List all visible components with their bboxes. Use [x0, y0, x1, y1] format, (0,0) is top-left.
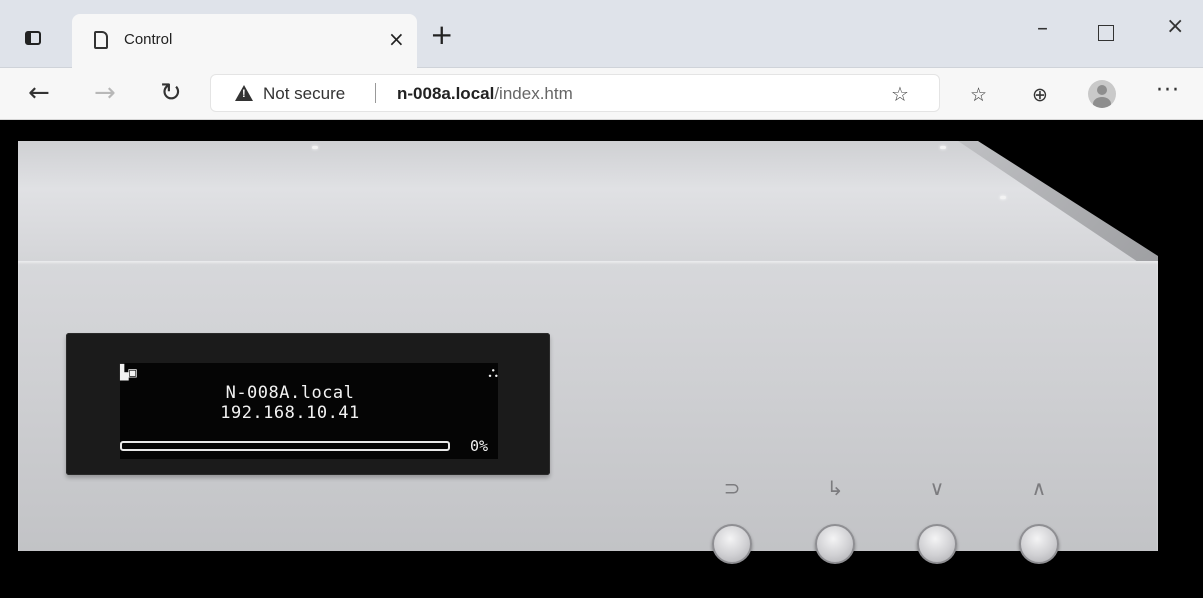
display-source-icons: ▙▣ — [120, 365, 137, 381]
control-up: ∧ — [1019, 476, 1079, 576]
enter-hardware-button[interactable] — [815, 524, 855, 564]
return-icon: ⊃ — [723, 476, 741, 500]
close-window-button[interactable]: × — [1166, 14, 1184, 39]
url-text[interactable]: n-008a.local/index.htm — [397, 84, 573, 104]
url-host: n-008a.local — [397, 84, 495, 103]
url-path: /index.htm — [494, 84, 573, 103]
address-bar[interactable]: Not secure n-008a.local/index.htm ☆ — [210, 74, 940, 112]
down-hardware-button[interactable] — [917, 524, 957, 564]
up-hardware-button[interactable] — [1019, 524, 1059, 564]
device-front-panel: ▙▣ ⛬ N-008A.local 192.168.10.41 0% ⊃ ↳ ∨… — [18, 261, 1158, 564]
maximize-button[interactable] — [1098, 25, 1114, 41]
tab-title: Control — [124, 31, 173, 48]
screw-highlight — [1000, 196, 1006, 199]
address-separator — [375, 83, 376, 103]
warning-icon[interactable] — [235, 85, 253, 101]
control-back: ⊃ — [712, 476, 772, 576]
back-hardware-button[interactable] — [712, 524, 752, 564]
page-icon — [94, 31, 108, 49]
display-hostname: N-008A.local — [225, 383, 355, 403]
security-label[interactable]: Not secure — [263, 84, 345, 104]
control-enter: ↳ — [815, 476, 875, 576]
more-options-icon[interactable]: ··· — [1156, 78, 1180, 103]
screw-highlight — [940, 146, 946, 149]
back-button[interactable]: ← — [28, 78, 50, 108]
favorites-icon[interactable]: ☆ — [970, 84, 987, 106]
display-progress-bar — [120, 441, 450, 451]
collections-icon[interactable]: ⊕ — [1032, 84, 1048, 106]
device-control-page: ▙▣ ⛬ N-008A.local 192.168.10.41 0% ⊃ ↳ ∨… — [0, 121, 1203, 598]
forward-button[interactable]: → — [94, 78, 116, 108]
control-down: ∨ — [917, 476, 977, 576]
tab-close-icon[interactable]: × — [388, 27, 405, 51]
new-tab-button[interactable]: + — [430, 20, 453, 50]
browser-toolbar: ← → ↻ Not secure n-008a.local/index.htm … — [0, 68, 1203, 120]
display-bezel: ▙▣ ⛬ N-008A.local 192.168.10.41 0% — [66, 333, 550, 475]
network-icon: ⛬ — [488, 365, 498, 381]
minimize-button[interactable]: – — [1037, 16, 1048, 41]
display-progress-label: 0% — [470, 437, 489, 455]
reload-button[interactable]: ↻ — [160, 78, 182, 108]
screw-highlight — [312, 146, 318, 149]
tab-actions-icon[interactable] — [22, 28, 44, 48]
profile-avatar[interactable] — [1088, 80, 1116, 108]
device-display: ▙▣ ⛬ N-008A.local 192.168.10.41 0% — [120, 363, 498, 459]
enter-icon: ↳ — [826, 476, 844, 500]
browser-tab-bar: Control × + – × — [0, 0, 1203, 68]
tab-control[interactable]: Control × — [72, 14, 417, 68]
chevron-down-icon: ∨ — [929, 476, 945, 500]
chevron-up-icon: ∧ — [1031, 476, 1047, 500]
display-ip-address: 192.168.10.41 — [220, 403, 360, 423]
add-favorite-icon[interactable]: ☆ — [891, 82, 909, 106]
